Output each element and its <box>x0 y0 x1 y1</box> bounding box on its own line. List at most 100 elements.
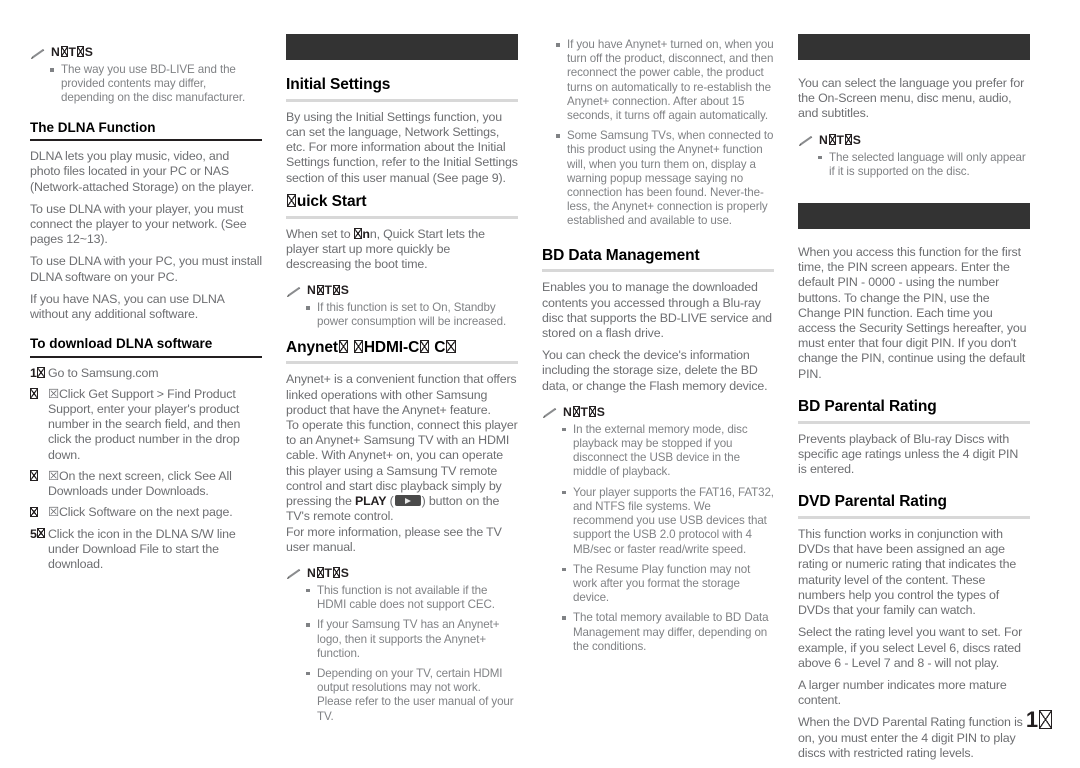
notes-header: NTS <box>286 566 518 580</box>
divider <box>30 139 262 142</box>
security-paragraph: When you access this function for the fi… <box>798 245 1027 381</box>
dvd-parental-paragraph: Select the rating level you want to set.… <box>798 625 1023 670</box>
column-4: You can select the language you prefer f… <box>798 34 1030 768</box>
step-number: 5 <box>30 527 48 573</box>
step-text: Click the icon in the DLNA S/W line unde… <box>48 526 236 571</box>
page-columns: NTS The way you use BD-LIVE and the prov… <box>30 34 1054 768</box>
missing-glyph-icon <box>37 367 45 378</box>
step-item: 5 Click the icon in the DLNA S/W line un… <box>30 527 262 573</box>
notes-block-language: NTS The selected language will only appe… <box>798 133 1030 179</box>
step-text: ☒Click Get Support > Find Product Suppor… <box>48 386 241 462</box>
dvd-parental-paragraph: This function works in conjunction with … <box>798 527 1017 618</box>
dvd-parental-paragraph: When the DVD Parental Rating function is… <box>798 715 1023 760</box>
dlna-paragraph: If you have NAS, you can use DLNA withou… <box>30 291 225 321</box>
missing-glyph-icon <box>76 46 85 58</box>
dlna-paragraph: To use DLNA with your player, you must c… <box>30 201 247 247</box>
missing-glyph-icon <box>332 284 341 296</box>
note-item: Depending on your TV, certain HDMI outpu… <box>306 667 518 724</box>
heading-initial-settings: Initial Settings <box>286 76 391 93</box>
anynet-paragraph: Anynet+ is a convenient function that of… <box>286 372 517 417</box>
missing-glyph-icon <box>354 227 362 239</box>
page-number-text: 1 <box>1025 707 1038 732</box>
missing-glyph-icon <box>316 567 325 579</box>
step-text: Go to Samsung.com <box>48 365 159 380</box>
bd-data-paragraph: You can check the device's information i… <box>542 348 768 393</box>
section-banner-language <box>798 34 1030 60</box>
bd-parental-paragraph: Prevents playback of Blu-ray Discs with … <box>798 431 1019 477</box>
notes-header: NTS <box>542 405 774 419</box>
notes-block-quick-start: NTS If this function is set to On, Stand… <box>286 283 518 329</box>
step-item: ☒Click Get Support > Find Product Suppor… <box>30 387 262 463</box>
notes-block-bd-live: NTS The way you use BD-LIVE and the prov… <box>30 45 262 106</box>
pencil-icon <box>286 567 301 580</box>
heading-bd-parental-rating: BD Parental Rating <box>798 397 937 415</box>
divider <box>286 215 518 219</box>
step-item: ☒Click Software on the next page. <box>30 505 262 520</box>
divider <box>798 516 1030 520</box>
quick-start-text-pre: When set to <box>286 226 354 241</box>
notes-title: NTS <box>563 404 606 419</box>
dlna-paragraph: DLNA lets you play music, video, and pho… <box>30 149 254 194</box>
missing-glyph-icon <box>844 134 853 146</box>
note-item: If you have Anynet+ turned on, when you … <box>556 38 774 123</box>
divider <box>798 420 1030 424</box>
section-banner-security <box>798 203 1030 230</box>
note-item: Some Samsung TVs, when connected to this… <box>556 129 774 228</box>
notes-list: In the external memory mode, disc playba… <box>542 423 774 654</box>
notes-list: The way you use BD-LIVE and the provided… <box>30 63 262 106</box>
missing-glyph-icon <box>332 567 341 579</box>
dvd-parental-paragraph: A larger number indicates more mature co… <box>798 677 1007 708</box>
note-item: The Resume Play function may not work af… <box>562 563 774 606</box>
section-banner-settings <box>286 34 518 60</box>
missing-glyph-icon <box>30 388 38 399</box>
anynet-heading-part2: HDMI-C <box>363 338 420 356</box>
language-paragraph: You can select the language you prefer f… <box>798 76 1025 121</box>
note-item: In the external memory mode, disc playba… <box>562 423 774 480</box>
pencil-icon <box>798 134 813 147</box>
column-1: NTS The way you use BD-LIVE and the prov… <box>30 34 262 768</box>
step-number: 1 <box>30 366 48 381</box>
column-2: Initial Settings By using the Initial Se… <box>286 34 518 768</box>
note-item: The total memory available to BD Data Ma… <box>562 611 774 654</box>
quick-start-paragraph: When set to nn, Quick Start lets the pla… <box>286 227 518 273</box>
missing-glyph-icon <box>1038 709 1053 729</box>
pencil-icon <box>30 47 45 59</box>
play-button-icon <box>394 495 421 507</box>
notes-header: NTS <box>798 133 1030 147</box>
missing-glyph-icon <box>419 339 430 354</box>
notes-title: NTS <box>51 45 94 59</box>
missing-glyph-icon <box>445 339 456 354</box>
notes-block-bd-data: NTS In the external memory mode, disc pl… <box>542 405 774 654</box>
step-number <box>30 505 48 520</box>
note-item: The selected language will only appear i… <box>818 151 1030 179</box>
missing-glyph-icon <box>572 406 581 418</box>
notes-list: This function is not available if the HD… <box>286 584 518 724</box>
dlna-paragraph: To use DLNA with your PC, you must insta… <box>30 254 262 284</box>
manual-page: NTS The way you use BD-LIVE and the prov… <box>0 0 1080 761</box>
anynet-heading-part3: C <box>434 338 446 356</box>
missing-glyph-icon <box>338 339 349 354</box>
notes-list: The selected language will only appear i… <box>798 151 1030 179</box>
missing-glyph-icon <box>37 527 45 539</box>
notes-header: NTS <box>30 45 262 59</box>
heading-quick-start-text: uick Start <box>296 192 367 210</box>
note-item: Your player supports the FAT16, FAT32, a… <box>562 486 774 557</box>
column-3: If you have Anynet+ turned on, when you … <box>542 34 774 768</box>
notes-title: NTS <box>307 283 350 298</box>
anynet-paragraph-play: To operate this function, connect this p… <box>286 418 518 524</box>
step-number <box>30 469 48 499</box>
step-item: ☒On the next screen, click See All Downl… <box>30 469 262 499</box>
note-item: If this function is set to On, Standby p… <box>306 301 518 329</box>
missing-glyph-icon <box>828 134 837 146</box>
notes-list: If this function is set to On, Standby p… <box>286 301 518 329</box>
play-label: PLAY <box>355 494 387 509</box>
anynet-heading-part1: Anynet <box>286 338 338 356</box>
notes-header: NTS <box>286 283 518 297</box>
page-number: 1 <box>1026 707 1053 733</box>
heading-bd-data-management: BD Data Management <box>542 246 700 264</box>
notes-block-anynet: NTS This function is not available if th… <box>286 566 518 724</box>
divider <box>30 355 262 358</box>
divider <box>286 361 518 365</box>
step-text: ☒On the next screen, click See All Downl… <box>48 468 232 499</box>
heading-quick-start: uick Start <box>286 193 518 211</box>
